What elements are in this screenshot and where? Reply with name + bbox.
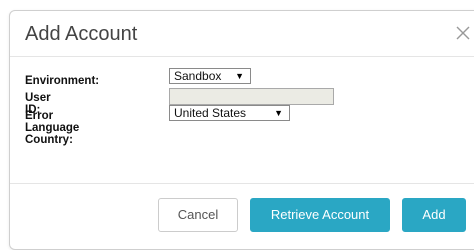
dropdown-arrow-icon: ▼ [235,71,244,81]
add-button[interactable]: Add [402,198,466,232]
dialog-header: Add Account [10,11,474,57]
error-language-country-select[interactable]: United States ▼ [169,105,290,121]
cancel-button[interactable]: Cancel [158,198,238,232]
error-language-country-value: United States [174,106,247,120]
dropdown-arrow-icon: ▼ [274,108,283,118]
footer-divider [10,183,474,184]
retrieve-account-button[interactable]: Retrieve Account [250,198,390,232]
environment-select-value: Sandbox [174,69,222,83]
user-id-input[interactable] [169,88,334,105]
close-icon[interactable] [454,24,472,42]
environment-label: Environment: [25,75,100,87]
dialog-title: Add Account [25,23,138,45]
error-language-country-label: Error Language Country: [25,110,80,146]
environment-select[interactable]: Sandbox ▼ [169,68,251,84]
add-account-dialog: Add Account Environment: Sandbox ▼ User … [9,10,474,250]
